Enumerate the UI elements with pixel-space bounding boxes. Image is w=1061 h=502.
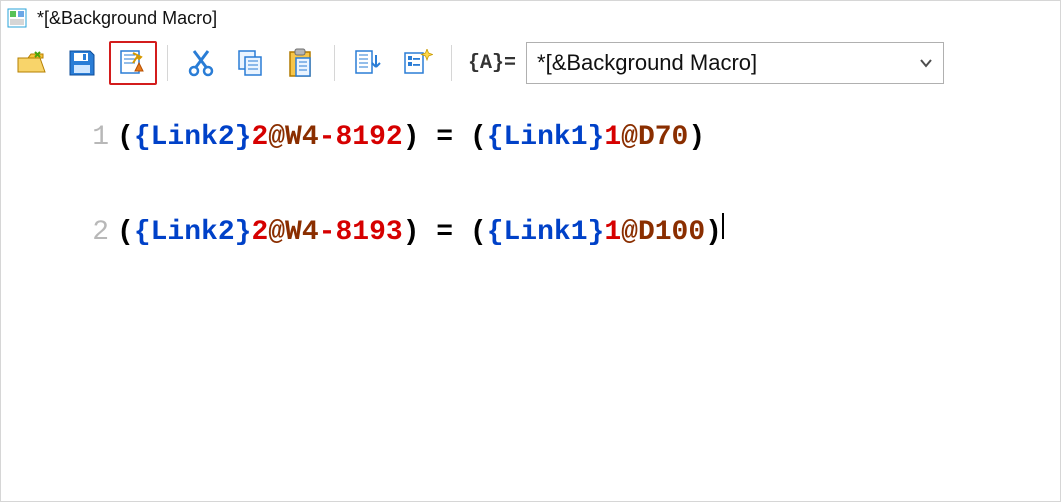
address-token: @D100: [621, 216, 705, 250]
title-text: *[&Background Macro]: [37, 8, 217, 29]
code-line[interactable]: 1 ( {Link2} 2 @W4 -8192 ) = ( {Link1} 1 …: [1, 121, 1060, 155]
insert-variable-label[interactable]: {A}=: [468, 52, 516, 75]
number-token: -8193: [319, 216, 403, 250]
punct: ) = (: [403, 216, 487, 250]
open-button[interactable]: [9, 42, 55, 84]
number-token: 1: [604, 216, 621, 250]
chevron-down-icon: [919, 50, 933, 76]
window: *[&Background Macro]: [0, 0, 1061, 502]
link-ref: {Link2}: [134, 121, 252, 155]
compile-icon: [119, 49, 147, 77]
link-ref: {Link1}: [487, 216, 605, 250]
titlebar: *[&Background Macro]: [1, 1, 1060, 35]
number-token: 2: [251, 216, 268, 250]
line-number: 1: [71, 121, 109, 155]
cut-button[interactable]: [178, 42, 224, 84]
link-ref: {Link1}: [487, 121, 605, 155]
punct: ): [705, 216, 722, 250]
number-token: 1: [604, 121, 621, 155]
copy-icon: [237, 49, 265, 77]
link-ref: {Link2}: [134, 216, 252, 250]
text-cursor: [722, 213, 724, 239]
save-icon: [68, 49, 96, 77]
punct: ): [688, 121, 705, 155]
code-editor[interactable]: 1 ( {Link2} 2 @W4 -8192 ) = ( {Link1} 1 …: [1, 91, 1060, 250]
toolbar-separator: [451, 45, 452, 81]
sort-button[interactable]: [345, 42, 391, 84]
copy-button[interactable]: [228, 42, 274, 84]
punct: (: [117, 121, 134, 155]
address-token: @D70: [621, 121, 688, 155]
punct: ) = (: [403, 121, 487, 155]
sort-down-icon: [354, 49, 382, 77]
toolbar-separator: [334, 45, 335, 81]
paste-button[interactable]: [278, 42, 324, 84]
save-button[interactable]: [59, 42, 105, 84]
toolbar: {A}= *[&Background Macro]: [1, 35, 1060, 91]
code-line[interactable]: 2 ( {Link2} 2 @W4 -8193 ) = ( {Link1} 1 …: [1, 213, 1060, 250]
open-icon: [17, 50, 47, 76]
compile-button[interactable]: [109, 41, 157, 85]
address-token: @W4: [268, 121, 318, 155]
number-token: 2: [251, 121, 268, 155]
line-number: 2: [71, 216, 109, 250]
cut-icon: [188, 49, 214, 77]
punct: (: [117, 216, 134, 250]
address-token: @W4: [268, 216, 318, 250]
preferences-button[interactable]: [395, 42, 441, 84]
sheet-sparkle-icon: [403, 49, 433, 77]
macro-dropdown[interactable]: *[&Background Macro]: [526, 42, 944, 84]
number-token: -8192: [319, 121, 403, 155]
paste-icon: [288, 48, 314, 78]
toolbar-separator: [167, 45, 168, 81]
app-icon: [7, 8, 27, 28]
dropdown-selected: *[&Background Macro]: [537, 50, 757, 76]
